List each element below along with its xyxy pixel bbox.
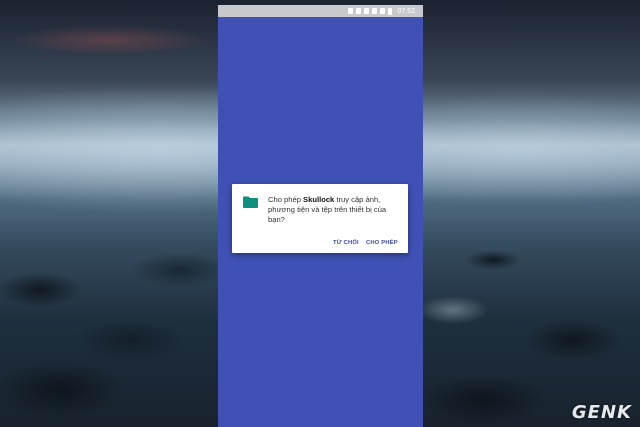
message-prefix: Cho phép: [268, 195, 304, 204]
wallpaper-cloud: [10, 25, 210, 55]
allow-button[interactable]: CHO PHÉP: [366, 240, 398, 246]
status-bar: 07:52: [218, 5, 423, 17]
phone-screen: 07:52 Cho phép Skullock truy cập ảnh, ph…: [218, 5, 423, 427]
genk-watermark-logo: GENK: [571, 402, 632, 423]
desktop-wallpaper: 07:52 Cho phép Skullock truy cập ảnh, ph…: [0, 0, 640, 427]
app-name: Skullock: [303, 195, 335, 204]
folder-icon: [243, 196, 258, 208]
permission-message: Cho phép Skullock truy cập ảnh, phương t…: [268, 195, 400, 225]
wifi-icon: [372, 8, 378, 14]
wallpaper-rocks-right: [423, 230, 640, 427]
wallpaper-rocks-left: [0, 230, 218, 427]
nfc-icon: [356, 8, 362, 14]
mute-icon: [364, 8, 370, 14]
permission-dialog: Cho phép Skullock truy cập ảnh, phương t…: [232, 184, 408, 253]
battery-icon: [388, 7, 393, 15]
bluetooth-icon: [348, 8, 354, 14]
status-time: 07:52: [397, 7, 415, 15]
deny-button[interactable]: TỪ CHỐI: [333, 240, 359, 246]
signal-icon: [380, 8, 386, 14]
